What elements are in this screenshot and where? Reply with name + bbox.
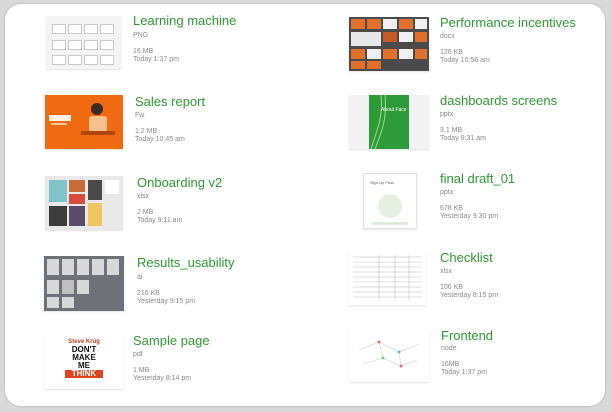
file-type: Fw — [135, 112, 145, 119]
slides-collage-icon — [351, 19, 427, 69]
circle-graphic-icon — [372, 194, 408, 225]
file-size: 16MB — [441, 361, 460, 368]
file-meta: pptx 678 KB Yesterday 9.30 pm — [440, 189, 498, 221]
file-type: xlsx — [137, 193, 150, 200]
node-graph-icon — [358, 340, 420, 368]
person-illustration-icon — [49, 103, 115, 135]
file-title[interactable]: dashboards screens — [440, 93, 557, 108]
file-meta: ai 216 KB Yesterday 9:15 pm — [137, 274, 195, 306]
file-meta: xlsx 106 KB Yesterday 8:15 pm — [440, 268, 498, 300]
file-size: 126 KB — [440, 49, 463, 56]
file-size: 678 KB — [440, 205, 463, 212]
file-meta: PNG 16 MB Today 1:37 pm — [133, 32, 179, 64]
file-title[interactable]: Sales report — [135, 94, 205, 109]
file-date: Today 10:56 am — [440, 57, 490, 64]
file-size: 1.2 MB — [135, 128, 158, 135]
file-size: 216 KB — [137, 290, 160, 297]
file-thumbnail[interactable] — [44, 256, 124, 311]
file-size: 1 MB — [133, 367, 150, 374]
file-type: PNG — [133, 32, 149, 39]
file-type: xlsx — [440, 268, 453, 275]
file-meta: pptx 3.1 MB Today 9:31 am — [440, 111, 486, 143]
wireframes-board-icon — [47, 259, 119, 308]
file-type: node — [441, 345, 457, 352]
file-title[interactable]: Checklist — [440, 250, 493, 265]
file-date: Today 9:11 am — [137, 217, 183, 224]
file-thumbnail[interactable] — [349, 330, 429, 382]
screens-collage-icon — [49, 180, 119, 226]
file-type: docx — [440, 33, 455, 40]
book-cover: Steve Krug DON'T MAKE ME THINK — [59, 337, 109, 387]
file-thumbnail[interactable] — [349, 17, 429, 71]
file-title[interactable]: Frontend — [441, 328, 493, 343]
file-title[interactable]: Sample page — [133, 333, 210, 348]
book-title-line4: THINK — [65, 370, 103, 378]
file-date: Yesterday 9.30 pm — [440, 213, 499, 220]
file-type: pptx — [440, 111, 454, 118]
file-type: pptx — [440, 189, 454, 196]
file-thumbnail[interactable] — [349, 251, 426, 305]
spreadsheet-icon — [353, 255, 422, 301]
file-thumbnail[interactable]: Steve Krug DON'T MAKE ME THINK — [45, 335, 123, 389]
green-lines-icon — [370, 95, 386, 149]
file-meta: pdf 1 MB Yesterday 8:14 pm — [133, 351, 191, 383]
file-size: 16 MB — [133, 48, 154, 55]
file-thumbnail[interactable] — [45, 176, 123, 230]
file-meta: xlsx 2 MB Today 9:11 am — [137, 193, 182, 225]
file-type: pdf — [133, 351, 143, 358]
file-date: Today 1:37 pm — [441, 369, 487, 376]
file-date: Yesterday 8:14 pm — [133, 375, 192, 382]
file-type: ai — [137, 274, 143, 281]
slide-preview: About Face — [369, 95, 409, 149]
file-meta: node 16MB Today 1:37 pm — [441, 345, 487, 377]
file-size: 2 MB — [137, 209, 154, 216]
file-date: Today 10:45 am — [135, 136, 185, 143]
file-size: 106 KB — [440, 284, 463, 291]
file-date: Yesterday 8:15 pm — [440, 292, 499, 299]
file-date: Yesterday 9:15 pm — [137, 298, 196, 305]
file-title[interactable]: Performance incentives — [440, 15, 576, 30]
file-date: Today 9:31 am — [440, 135, 486, 142]
file-thumbnail[interactable]: Sign Up Flow — [363, 173, 417, 229]
file-size: 3.1 MB — [440, 127, 463, 134]
file-thumbnail[interactable] — [45, 95, 123, 149]
file-thumbnail[interactable] — [46, 16, 121, 69]
file-meta: docx 126 KB Today 10:56 am — [440, 33, 490, 65]
file-title[interactable]: final draft_01 — [440, 171, 515, 186]
slide-heading: About Face — [381, 107, 407, 113]
file-meta: Fw 1.2 MB Today 10:45 am — [135, 112, 185, 144]
file-title[interactable]: Results_usability — [137, 255, 235, 270]
file-date: Today 1:37 pm — [133, 56, 179, 63]
file-title[interactable]: Learning machine — [133, 13, 236, 28]
file-title[interactable]: Onboarding v2 — [137, 175, 222, 190]
file-thumbnail[interactable]: About Face — [349, 95, 429, 149]
